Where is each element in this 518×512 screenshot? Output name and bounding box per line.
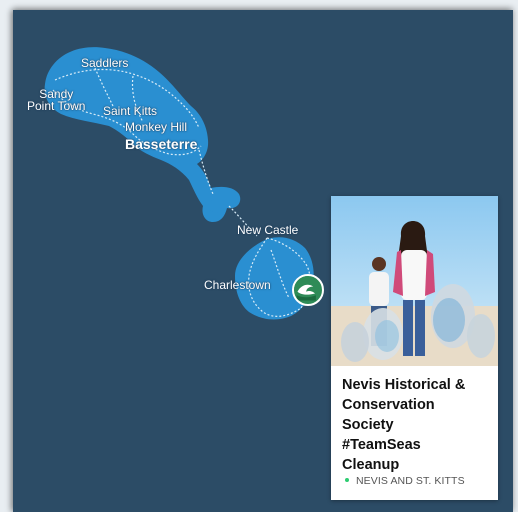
label-sandy-point-line2: Point Town (27, 99, 86, 113)
label-saddlers: Saddlers (81, 56, 129, 70)
label-saint-kitts: Saint Kitts (103, 104, 158, 118)
event-title-line1: Nevis Historical & (342, 377, 466, 393)
label-new-castle: New Castle (237, 223, 299, 237)
event-title-line5: Cleanup (342, 457, 400, 473)
event-title-line2: Conservation (342, 397, 435, 413)
label-charlestown: Charlestown (204, 278, 271, 292)
event-title-line3: Society (342, 417, 394, 433)
event-location: NEVIS AND ST. KITTS (345, 475, 465, 487)
event-card[interactable]: Nevis Historical & Conservation Society … (331, 196, 498, 500)
wave-logo-icon (294, 276, 319, 301)
label-monkey-hill: Monkey Hill (125, 120, 188, 134)
event-title: Nevis Historical & Conservation Society … (342, 375, 492, 475)
cleanup-volunteers-photo (331, 196, 498, 366)
cleanup-location-marker[interactable] (292, 274, 324, 306)
event-location-text: NEVIS AND ST. KITTS (356, 475, 465, 487)
location-dot-icon (345, 478, 349, 483)
label-basseterre: Basseterre (125, 136, 198, 152)
map-frame[interactable]: Saddlers Sandy Point Town Saint Kitts Mo… (13, 10, 513, 512)
label-sandy-point-town: Sandy Point Town (27, 88, 85, 112)
event-title-line4: #TeamSeas (342, 437, 421, 453)
